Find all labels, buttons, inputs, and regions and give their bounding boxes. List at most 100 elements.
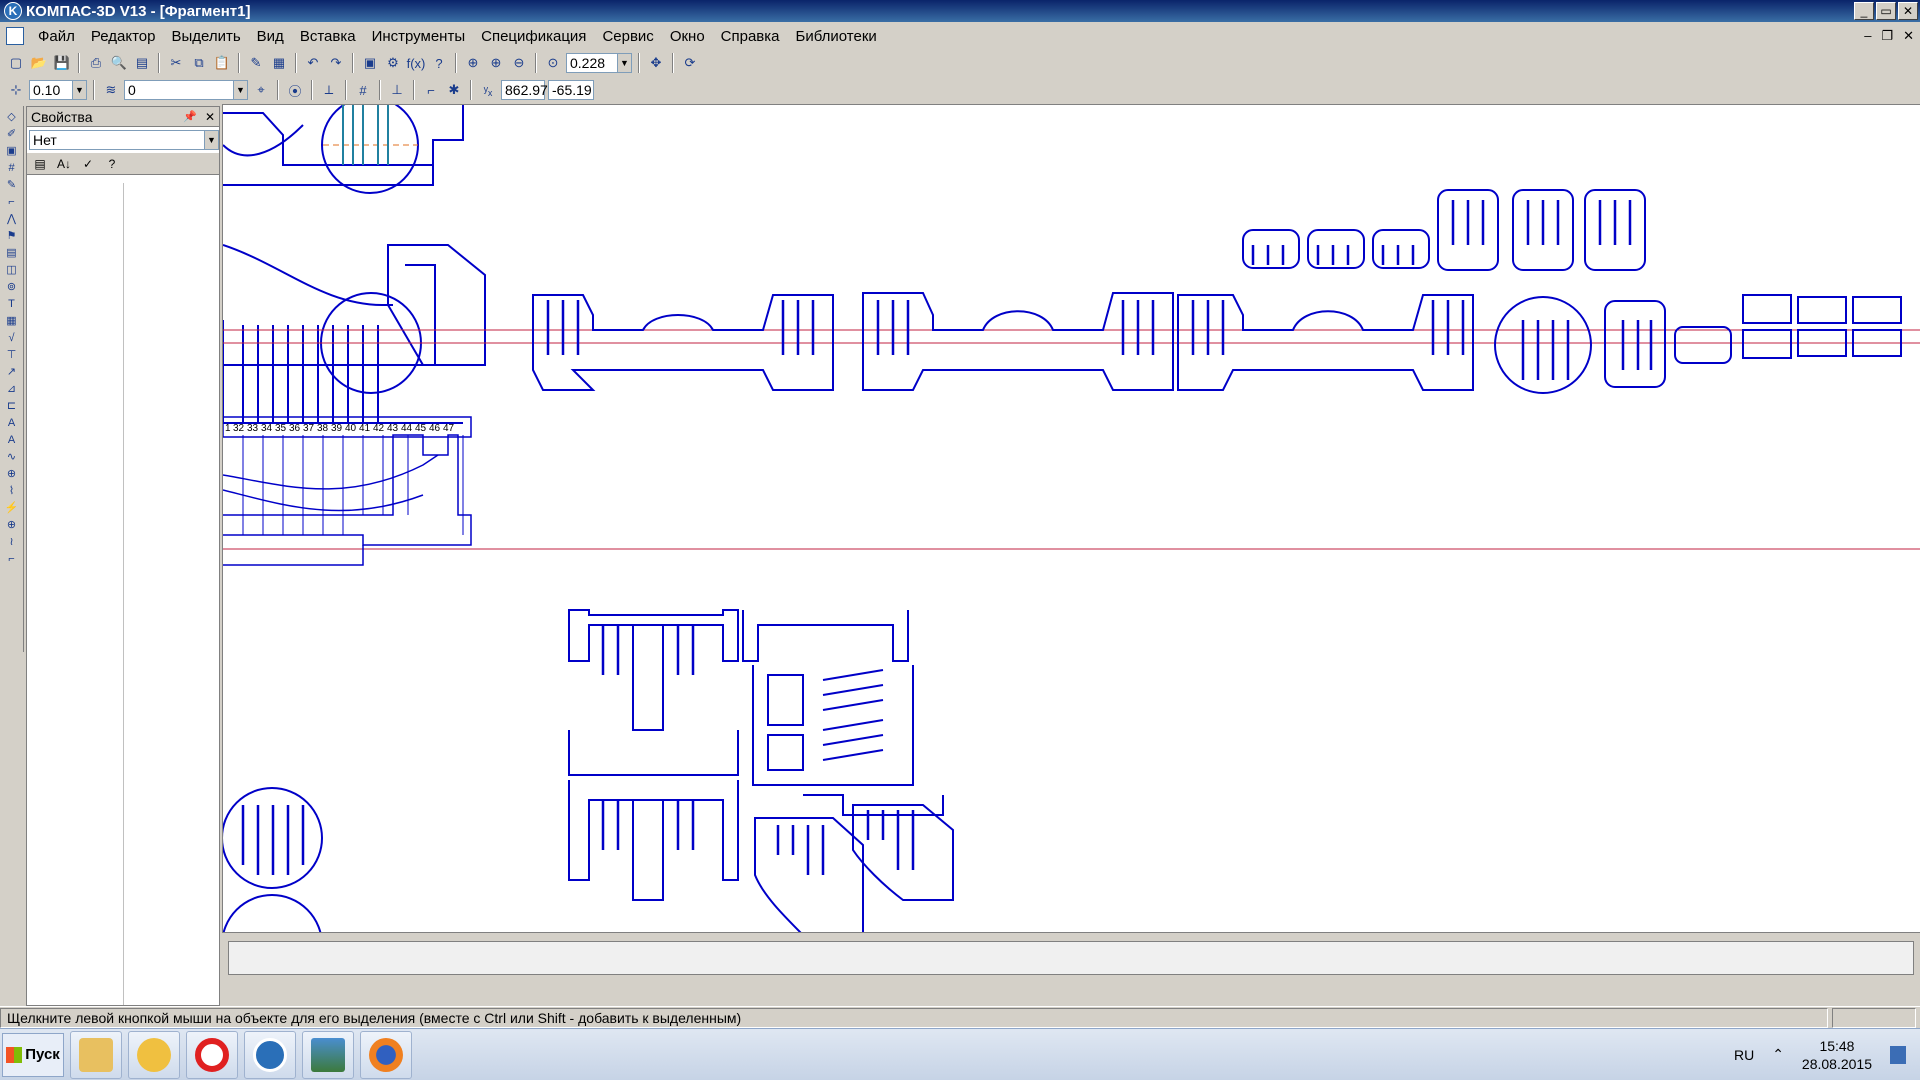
point-icon[interactable]: ⊕ <box>4 518 20 533</box>
curve-icon[interactable]: ≀ <box>4 535 20 550</box>
table-tool-icon[interactable]: ▦ <box>4 314 20 329</box>
base-icon[interactable]: ⊤ <box>4 348 20 363</box>
document-icon[interactable] <box>6 27 24 45</box>
menu-insert[interactable]: Вставка <box>292 28 364 45</box>
taskbar-kompas[interactable] <box>244 1030 296 1079</box>
pan-icon[interactable]: ✥ <box>646 53 666 73</box>
taskbar-image-viewer[interactable] <box>302 1030 354 1079</box>
help-pointer-icon[interactable]: ? <box>429 53 449 73</box>
spec-icon[interactable]: ⚑ <box>4 229 20 244</box>
report-icon[interactable]: ▤ <box>4 246 20 261</box>
step-combo[interactable]: 0.10 ▼ <box>29 80 87 100</box>
taskbar-clock-app[interactable] <box>128 1030 180 1079</box>
doc-minimize-button[interactable]: – <box>1864 28 1871 44</box>
link-icon[interactable]: ⊚ <box>4 280 20 295</box>
maximize-button[interactable]: ▭ <box>1876 2 1896 20</box>
properties-object-select[interactable]: Нет ▼ <box>29 130 219 150</box>
close-icon[interactable]: ✕ <box>205 110 215 124</box>
roughness-icon[interactable]: √ <box>4 331 20 346</box>
grid-icon[interactable]: # <box>353 80 373 100</box>
show-desktop-icon[interactable] <box>1890 1045 1906 1064</box>
undo-icon[interactable]: ↶ <box>303 53 323 73</box>
view-arrow-icon[interactable]: A <box>4 416 20 431</box>
wave-icon[interactable]: ∿ <box>4 450 20 465</box>
copy-icon[interactable]: ⧉ <box>189 53 209 73</box>
menu-service[interactable]: Сервис <box>594 28 661 45</box>
minimize-button[interactable]: _ <box>1854 2 1874 20</box>
insert-icon[interactable]: ◫ <box>4 263 20 278</box>
menu-select[interactable]: Выделить <box>163 28 248 45</box>
cut-icon[interactable]: ✂ <box>166 53 186 73</box>
chevron-down-icon[interactable]: ▼ <box>233 81 247 99</box>
leader-icon[interactable]: ↗ <box>4 365 20 380</box>
doc-close-button[interactable]: ✕ <box>1903 28 1914 44</box>
variables-icon[interactable]: ▣ <box>360 53 380 73</box>
measure-icon[interactable]: ⌐ <box>4 195 20 210</box>
taskbar-explorer[interactable] <box>70 1030 122 1079</box>
menu-libraries[interactable]: Библиотеки <box>788 28 885 45</box>
step-icon[interactable]: ⊹ <box>6 80 26 100</box>
chevron-down-icon[interactable]: ▼ <box>72 81 86 99</box>
menu-tools[interactable]: Инструменты <box>364 28 474 45</box>
zoom-window-icon[interactable]: ⊕ <box>463 53 483 73</box>
categorized-icon[interactable]: ▤ <box>31 155 49 173</box>
print-icon[interactable]: ⎙ <box>86 53 106 73</box>
save-icon[interactable]: 💾 <box>52 53 72 73</box>
position-icon[interactable]: ⊿ <box>4 382 20 397</box>
taskbar-yandex[interactable] <box>186 1030 238 1079</box>
clock[interactable]: 15:48 28.08.2015 <box>1802 1037 1872 1073</box>
chevron-down-icon[interactable]: ▼ <box>204 131 218 149</box>
apply-icon[interactable]: ✓ <box>79 155 97 173</box>
axis-icon[interactable]: A <box>4 433 20 448</box>
pin-icon[interactable]: 📌 <box>183 110 197 123</box>
snap-bindings-icon[interactable]: ✱ <box>444 80 464 100</box>
preview-icon[interactable]: 🔍 <box>109 53 129 73</box>
layer-icon[interactable]: ≋ <box>101 80 121 100</box>
language-indicator[interactable]: RU <box>1734 1047 1754 1063</box>
menu-specification[interactable]: Спецификация <box>473 28 594 45</box>
chevron-down-icon[interactable]: ▼ <box>617 54 631 72</box>
marker-icon[interactable]: ⚡ <box>4 501 20 516</box>
text-icon[interactable]: T <box>4 297 20 312</box>
local-cs-icon[interactable]: ⊥ <box>387 80 407 100</box>
start-button[interactable]: Пуск <box>2 1032 64 1077</box>
manager-icon[interactable]: ▤ <box>132 53 152 73</box>
menu-file[interactable]: Файл <box>30 28 83 45</box>
edit-icon[interactable]: ✐ <box>4 127 20 142</box>
kompas-app-icon[interactable]: K <box>4 2 22 20</box>
redo-icon[interactable]: ↷ <box>326 53 346 73</box>
menu-view[interactable]: Вид <box>249 28 292 45</box>
new-document-icon[interactable]: ▢ <box>6 53 26 73</box>
snap-icon[interactable]: ⦿ <box>285 80 305 100</box>
bracket-icon[interactable]: ⌐ <box>4 552 20 567</box>
table-icon[interactable]: ▦ <box>269 53 289 73</box>
zoom-out-icon[interactable]: ⊖ <box>509 53 529 73</box>
center-icon[interactable]: ⊕ <box>4 467 20 482</box>
parametrization-icon[interactable]: ▣ <box>4 144 20 159</box>
doc-restore-button[interactable]: ❐ <box>1881 28 1893 44</box>
refresh-icon[interactable]: ⟳ <box>680 53 700 73</box>
tray-expand-icon[interactable]: ⌃ <box>1772 1046 1784 1063</box>
break-icon[interactable]: ⌇ <box>4 484 20 499</box>
menu-help[interactable]: Справка <box>713 28 788 45</box>
zoom-scale-icon[interactable]: ⊙ <box>543 53 563 73</box>
zoom-scale-combo[interactable]: 0.228 ▼ <box>566 53 632 73</box>
taskbar-firefox[interactable] <box>360 1030 412 1079</box>
zoom-in-icon[interactable]: ⊕ <box>486 53 506 73</box>
library-icon[interactable]: ⚙ <box>383 53 403 73</box>
designation-icon[interactable]: ✎ <box>4 178 20 193</box>
layer-combo[interactable]: 0 ▼ <box>124 80 248 100</box>
round-icon[interactable]: ⌐ <box>421 80 441 100</box>
layer-state-icon[interactable]: ⌖ <box>251 80 271 100</box>
coord-y-field[interactable]: -65.19 <box>548 80 594 100</box>
help-icon[interactable]: ? <box>103 155 121 173</box>
coord-x-field[interactable]: 862.97 <box>501 80 548 100</box>
ortho-icon[interactable]: ⟂ <box>319 80 339 100</box>
open-icon[interactable]: 📂 <box>29 53 49 73</box>
properties-copy-icon[interactable]: ✎ <box>246 53 266 73</box>
function-icon[interactable]: f(x) <box>406 53 426 73</box>
dimensions-icon[interactable]: # <box>4 161 20 176</box>
paste-icon[interactable]: 📋 <box>212 53 232 73</box>
menu-window[interactable]: Окно <box>662 28 713 45</box>
geometry-icon[interactable]: ◇ <box>4 110 20 125</box>
